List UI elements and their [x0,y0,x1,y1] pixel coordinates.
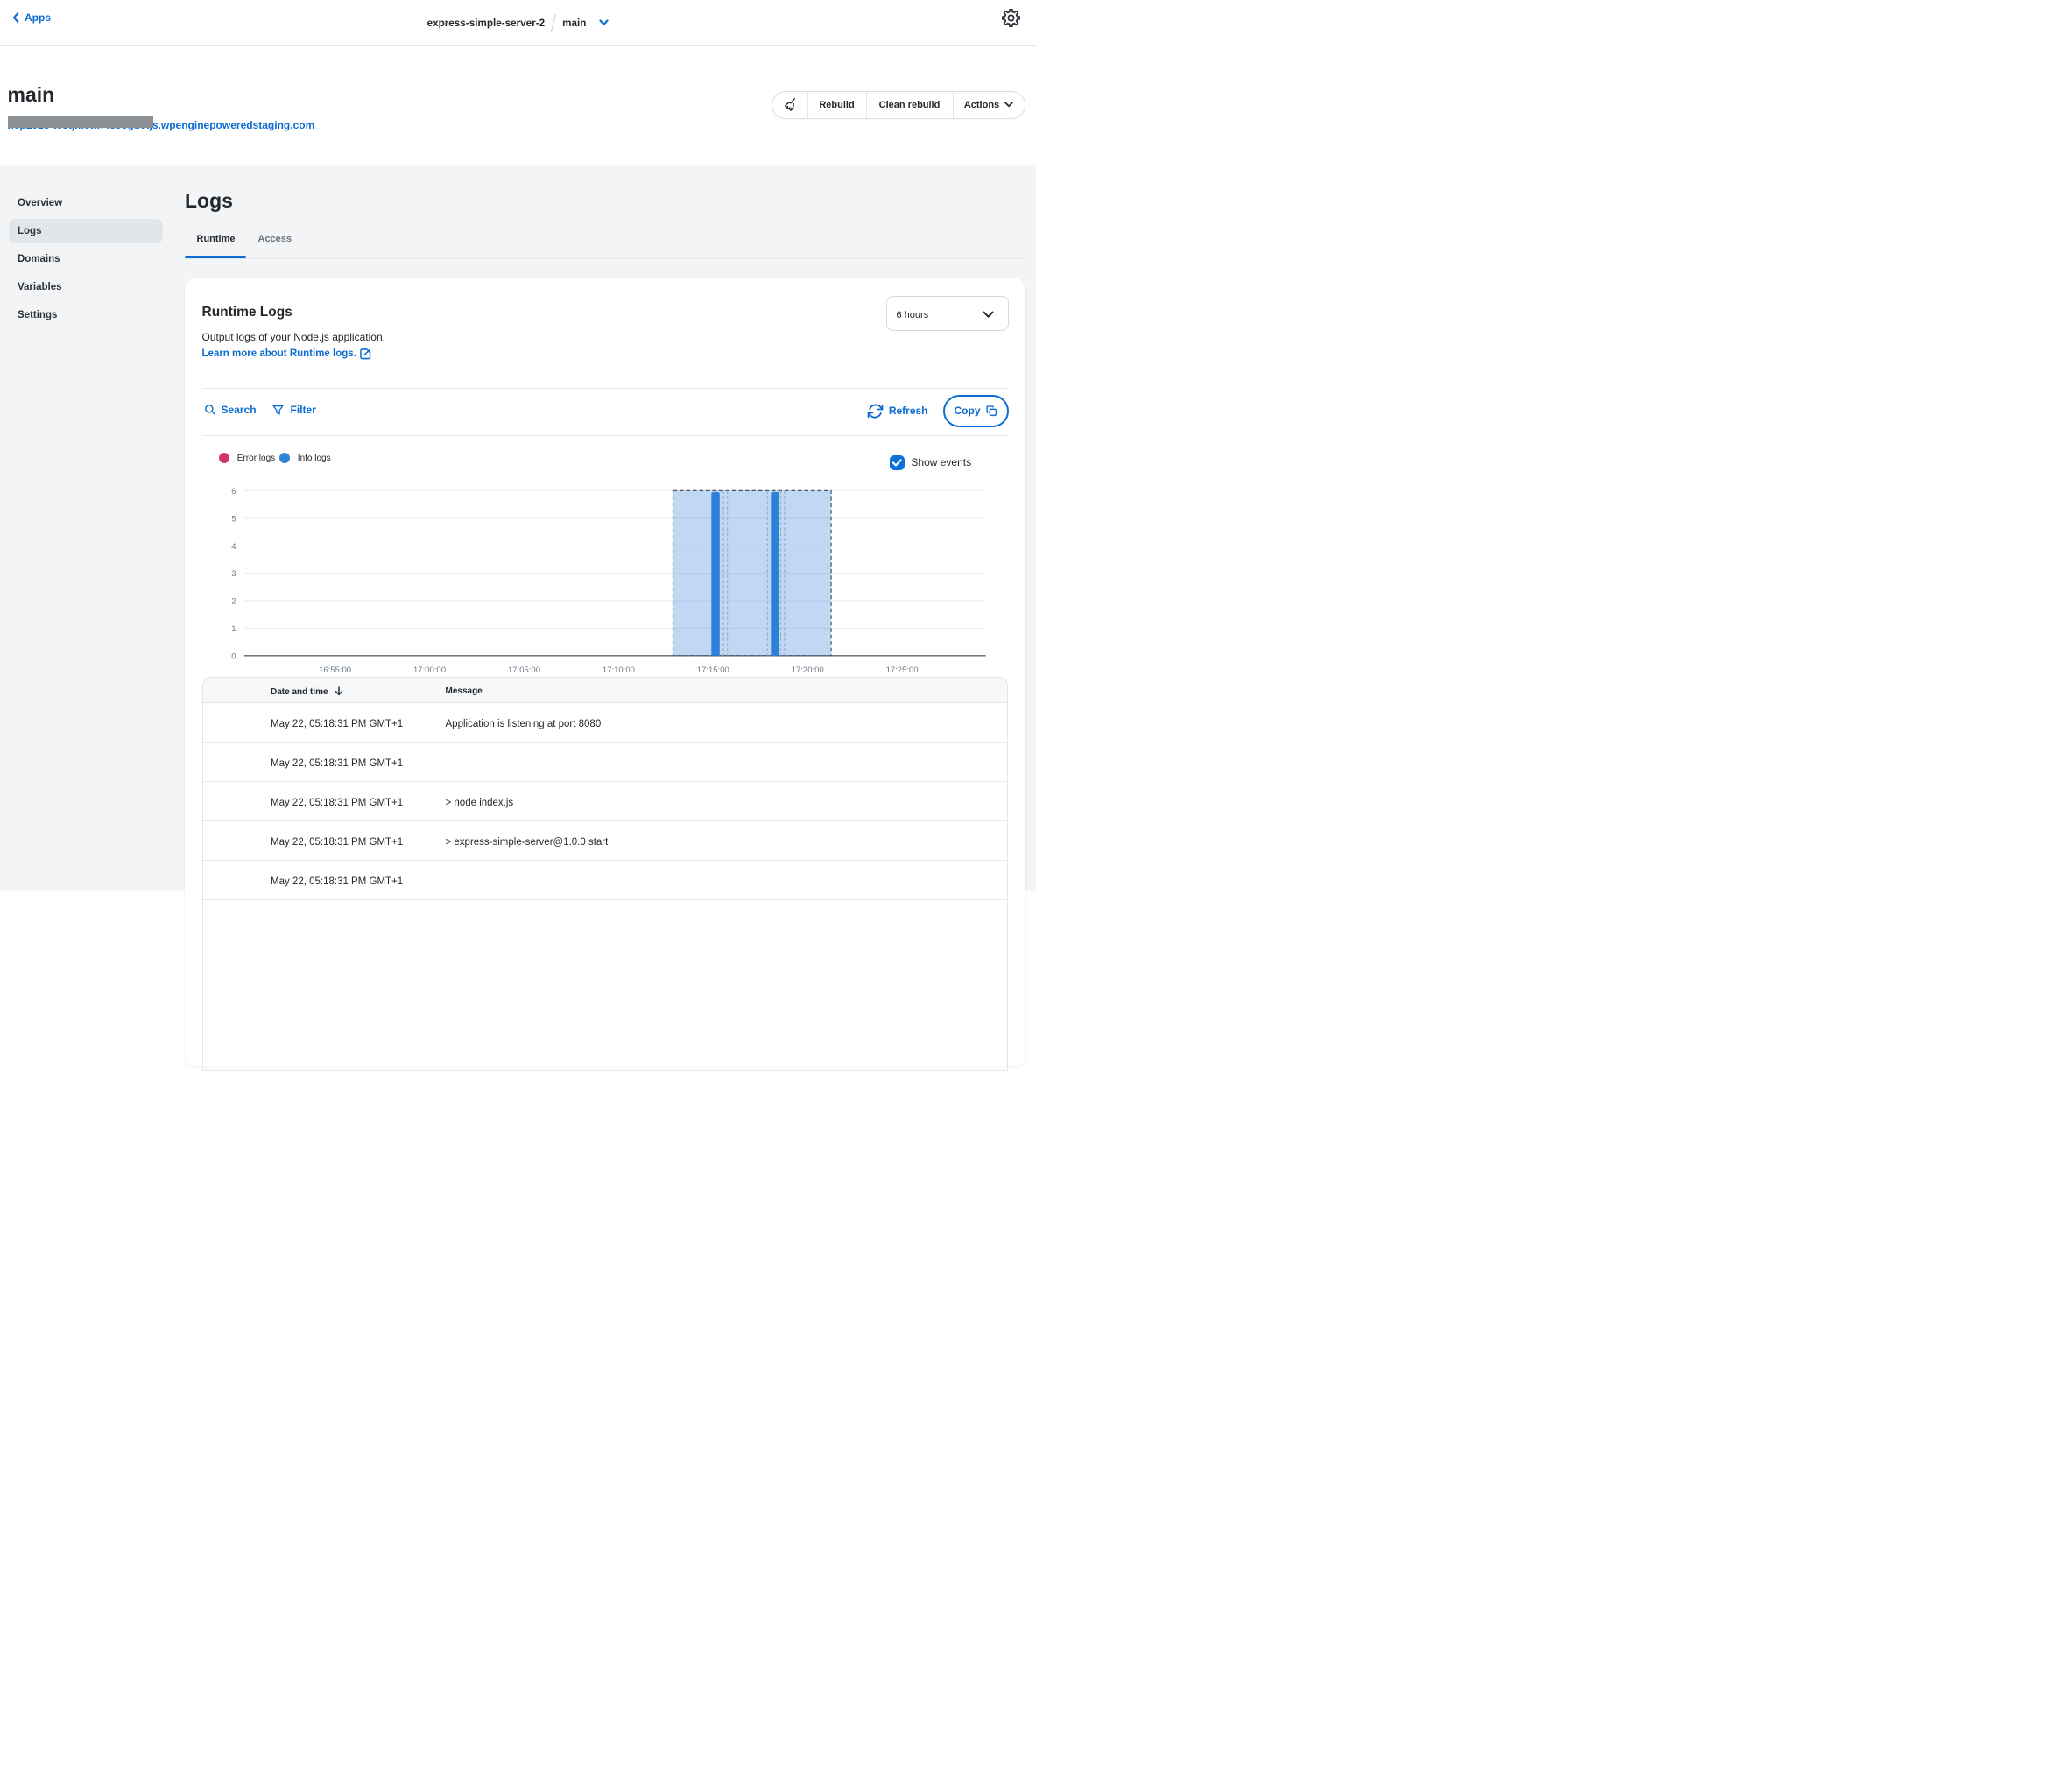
svg-text:17:20:00: 17:20:00 [791,665,823,675]
svg-text:2: 2 [231,597,236,607]
svg-text:1: 1 [231,624,236,634]
svg-text:17:05:00: 17:05:00 [508,665,540,675]
svg-text:5: 5 [231,514,236,524]
svg-text:3: 3 [231,569,236,579]
svg-text:6: 6 [231,487,236,496]
svg-text:17:15:00: 17:15:00 [696,665,729,675]
svg-text:17:25:00: 17:25:00 [885,665,918,675]
svg-text:16:55:00: 16:55:00 [319,665,351,675]
svg-text:0: 0 [231,651,236,661]
svg-text:4: 4 [231,542,236,552]
svg-text:17:00:00: 17:00:00 [413,665,446,675]
svg-text:17:10:00: 17:10:00 [602,665,634,675]
